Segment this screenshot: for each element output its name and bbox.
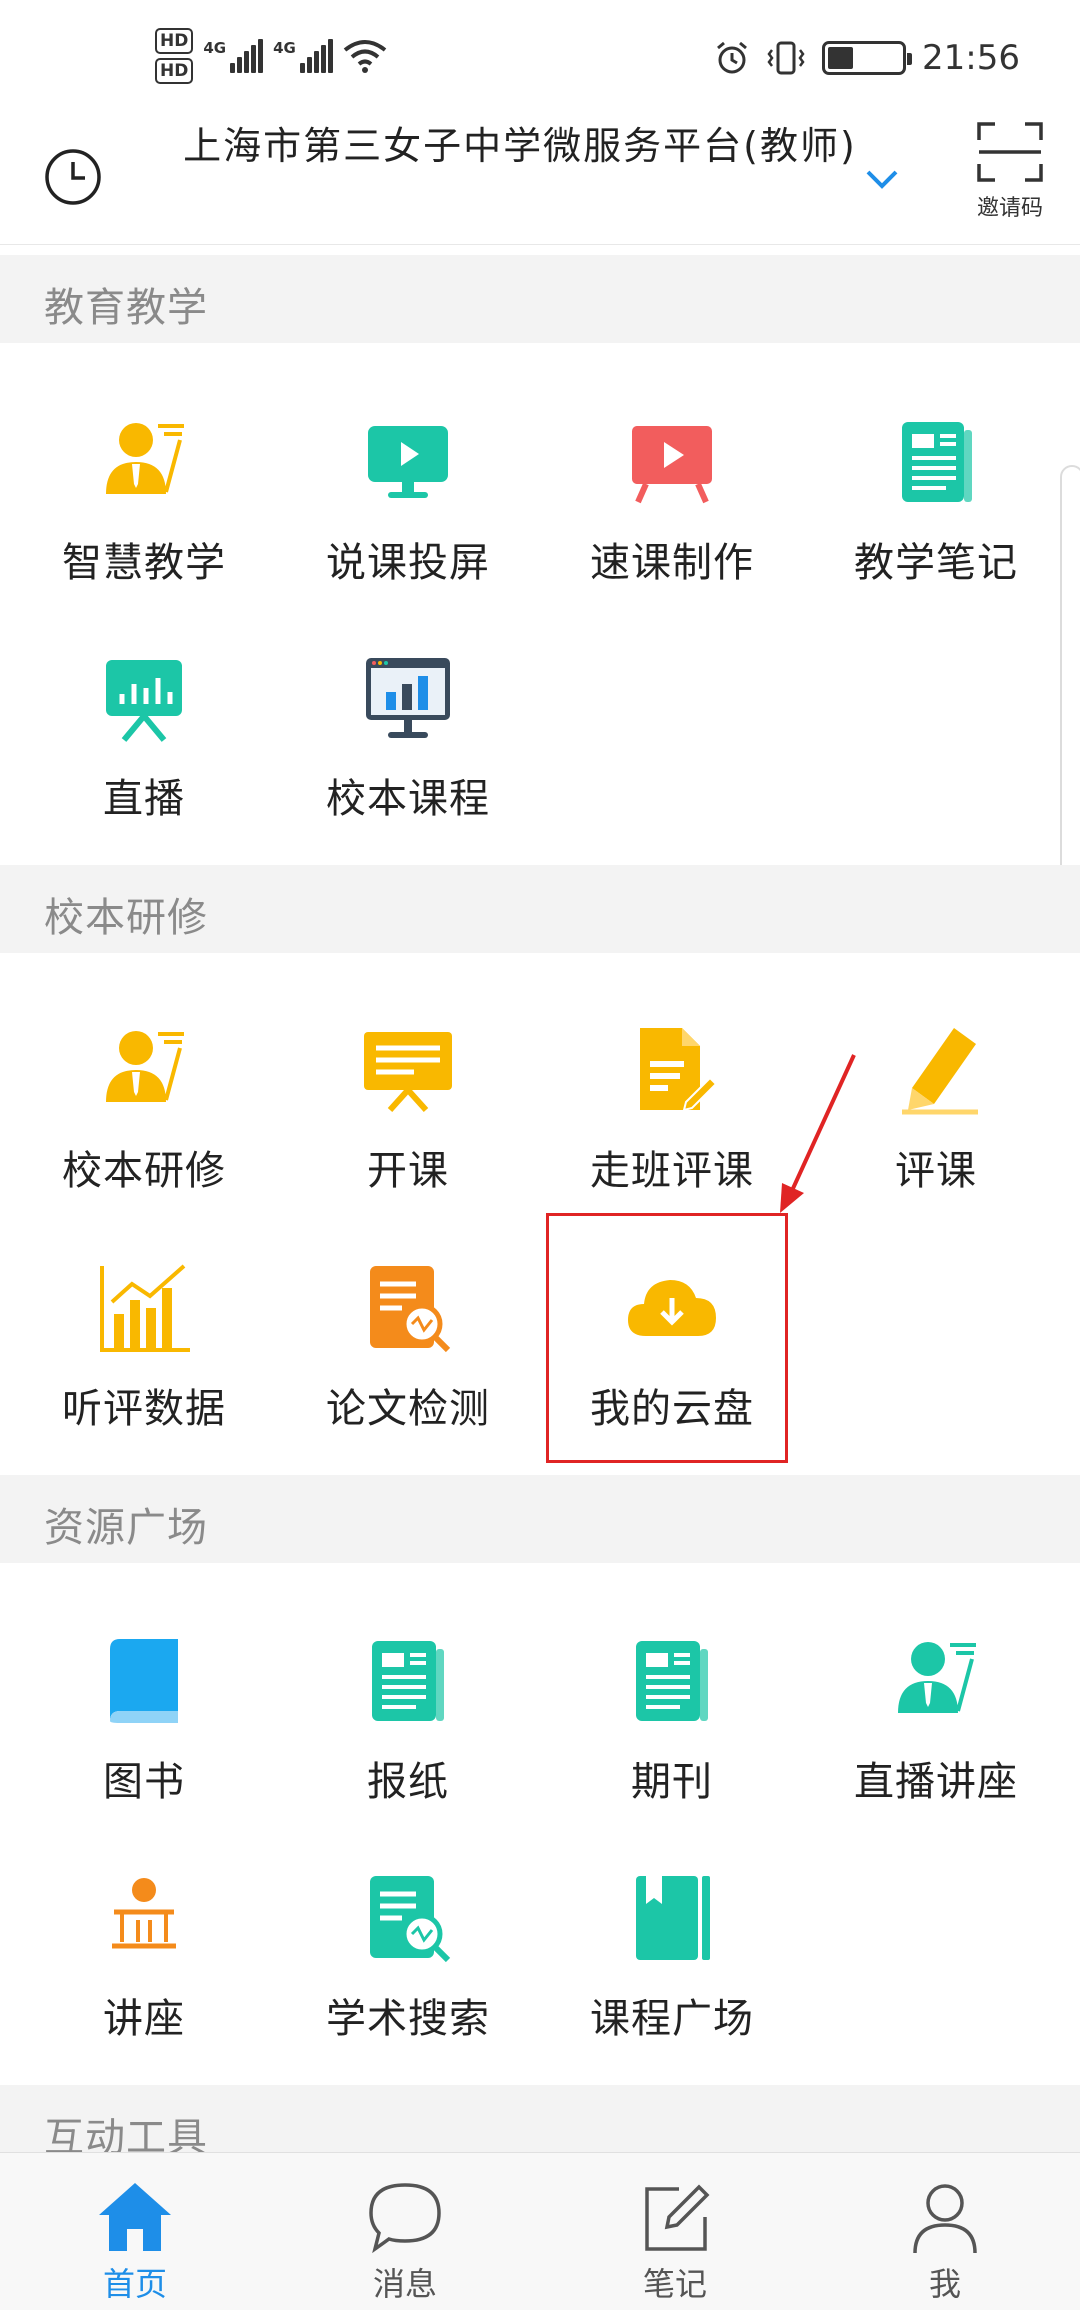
nav-label: 笔记	[642, 2265, 707, 2303]
scan-icon	[977, 122, 1043, 182]
grid-item-zouban-pingke[interactable]: 走班评课	[540, 982, 804, 1218]
whiteboard-icon	[364, 1032, 452, 1113]
grid-item-label: 教学笔记	[854, 540, 1018, 586]
grid-item-label: 校本研修	[62, 1148, 226, 1194]
nav-messages[interactable]: 消息	[270, 2153, 540, 2310]
chevron-down-icon[interactable]	[862, 160, 902, 200]
section-header: 资源广场	[0, 1475, 1080, 1563]
section-header: 教育教学	[0, 255, 1080, 343]
grid-item-jiangzuo[interactable]: 讲座	[12, 1830, 276, 2066]
home-icon	[99, 2183, 171, 2251]
bar-chart-icon	[100, 1264, 190, 1352]
grid-item-kaike[interactable]: 开课	[276, 982, 540, 1218]
grid-item-label: 直播	[103, 776, 185, 822]
paper-check-icon	[370, 1266, 451, 1353]
grid-item-zhibo-jiangzuo[interactable]: 直播讲座	[804, 1593, 1068, 1829]
section-title: 资源广场	[44, 1505, 208, 1551]
network-label-2: 4G	[273, 39, 296, 57]
nav-label: 我	[928, 2265, 961, 2303]
grid-item-shuoke-touping[interactable]: 说课投屏	[276, 374, 540, 610]
alarm-icon	[717, 41, 747, 74]
grid-item-jiaoxue-biji[interactable]: 教学笔记	[804, 374, 1068, 610]
grid-item-label: 报纸	[367, 1759, 449, 1805]
podium-icon	[112, 1878, 176, 1949]
nav-label: 消息	[372, 2265, 437, 2303]
grid-item-label: 直播讲座	[854, 1759, 1018, 1805]
grid-item-suke-zhizuo[interactable]: 速课制作	[540, 374, 804, 610]
grid-item-xiaoben-kecheng[interactable]: 校本课程	[276, 610, 540, 846]
status-bar: HD HD 4G 4G 21:56	[0, 0, 1080, 110]
book-icon	[110, 1639, 178, 1723]
scroll-indicator[interactable]	[1060, 465, 1080, 885]
teacher-icon	[106, 423, 184, 494]
section-header: 校本研修	[0, 865, 1080, 953]
grid-item-qikan[interactable]: 期刊	[540, 1593, 804, 1829]
invite-code-label: 邀请码	[976, 196, 1043, 221]
hd-badge-1: HD	[155, 28, 194, 54]
highlight-box	[546, 1213, 788, 1463]
grid-item-zhibo[interactable]: 直播	[12, 610, 276, 846]
message-icon	[369, 2183, 441, 2254]
invite-code-button[interactable]: 邀请码	[960, 122, 1060, 232]
vibrate-icon	[767, 41, 805, 75]
pencil-icon	[902, 1028, 978, 1115]
note-edit-icon	[645, 2184, 710, 2251]
grid-item-tushu[interactable]: 图书	[12, 1593, 276, 1829]
nav-home[interactable]: 首页	[0, 2153, 270, 2310]
battery-icon	[822, 41, 913, 75]
teacher-icon	[106, 1031, 184, 1102]
hd-badge-2: HD	[155, 58, 194, 84]
screen-cast-icon	[368, 426, 448, 498]
user-icon	[913, 2184, 977, 2254]
grid-item-tingping-shuju[interactable]: 听评数据	[12, 1220, 276, 1456]
bottom-nav: 首页 消息 笔记 我	[0, 2152, 1080, 2310]
journal-icon	[636, 1641, 708, 1721]
grid-item-label: 讲座	[103, 1996, 185, 2042]
grid-item-xueshu-sousuo[interactable]: 学术搜索	[276, 1830, 540, 2066]
grid-item-label: 图书	[103, 1759, 185, 1805]
signal-icon: 4G	[203, 39, 264, 73]
grid-item-label: 速课制作	[590, 540, 754, 586]
app-header: 上海市第三女子中学微服务平台(教师) 邀请码	[0, 110, 1080, 245]
grid-item-xiaoben-yanxiu[interactable]: 校本研修	[12, 982, 276, 1218]
signal-icon: 4G	[273, 39, 333, 73]
notes-icon	[902, 422, 972, 502]
grid-item-label: 智慧教学	[62, 540, 226, 586]
nav-me[interactable]: 我	[810, 2153, 1080, 2310]
nav-notes[interactable]: 笔记	[540, 2153, 810, 2310]
grid-item-label: 开课	[367, 1148, 449, 1194]
page-title[interactable]: 上海市第三女子中学微服务平台(教师)	[170, 120, 870, 172]
grid-item-label: 走班评课	[590, 1148, 754, 1194]
newspaper-icon	[372, 1641, 444, 1721]
network-label-1: 4G	[203, 39, 227, 57]
grid-item-baozhi[interactable]: 报纸	[276, 1593, 540, 1829]
wifi-icon	[343, 40, 387, 73]
lecture-icon	[898, 1642, 976, 1713]
history-icon[interactable]	[40, 144, 106, 210]
section-title: 教育教学	[44, 285, 208, 331]
grid-item-label: 学术搜索	[326, 1996, 490, 2042]
quick-course-icon	[632, 426, 712, 504]
nav-label: 首页	[102, 2265, 167, 2303]
clock: 21:56	[922, 38, 1020, 78]
grid-item-kecheng-guangchang[interactable]: 课程广场	[540, 1830, 804, 2066]
arrow-icon	[780, 1054, 856, 1213]
grid-item-label: 校本课程	[326, 776, 490, 822]
grid-item-zhihui-jiaoxue[interactable]: 智慧教学	[12, 374, 276, 610]
grid-item-label: 期刊	[631, 1759, 713, 1805]
grid-item-label: 说课投屏	[326, 540, 490, 586]
section-title: 校本研修	[44, 895, 208, 941]
monitor-chart-icon	[366, 658, 450, 738]
live-icon	[106, 660, 182, 742]
grid-item-label: 听评数据	[62, 1386, 226, 1432]
grid-item-label: 论文检测	[326, 1386, 490, 1432]
academic-search-icon	[370, 1876, 451, 1963]
document-edit-icon	[640, 1028, 718, 1112]
grid-item-label: 课程广场	[590, 1996, 754, 2042]
course-book-icon	[636, 1876, 710, 1960]
grid-item-lunwen-jiance[interactable]: 论文检测	[276, 1220, 540, 1456]
